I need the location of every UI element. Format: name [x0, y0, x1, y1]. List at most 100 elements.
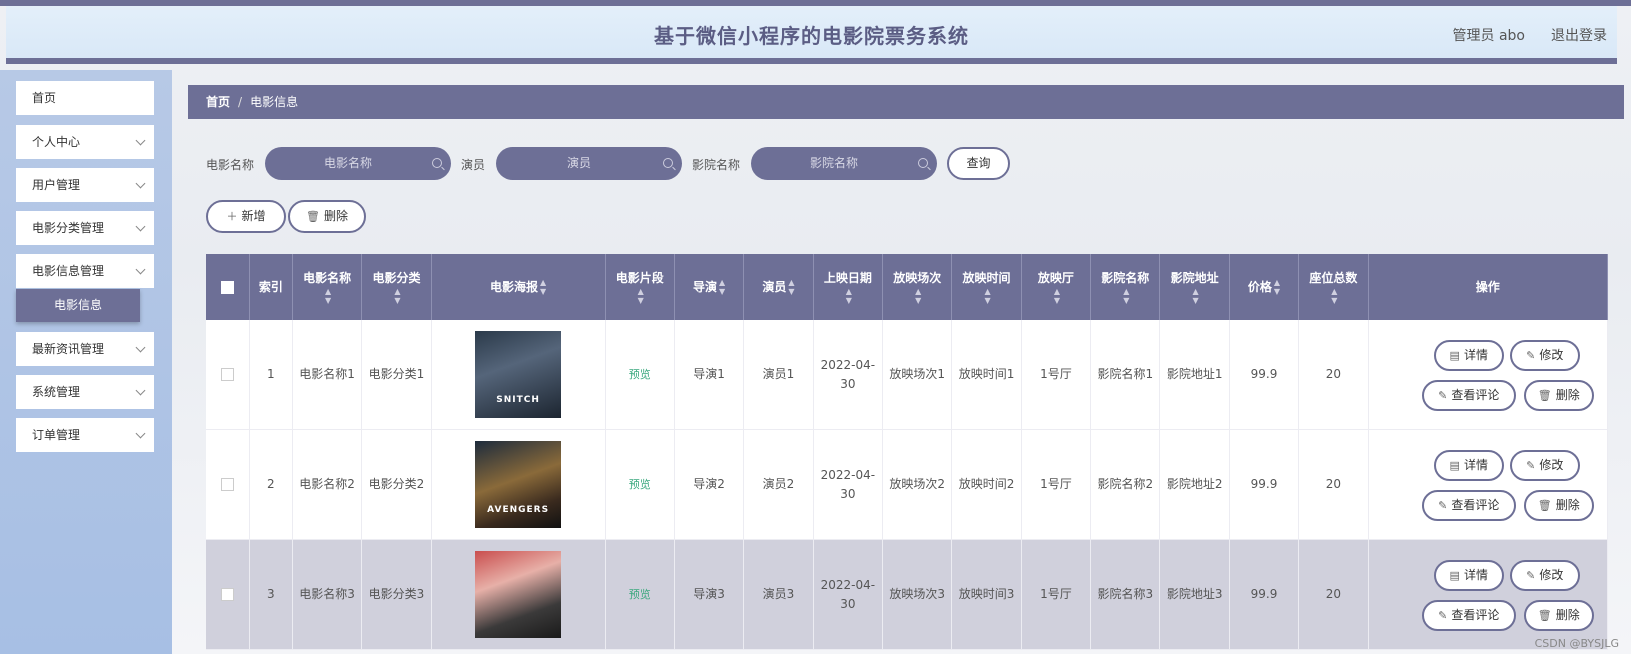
row-select-cell[interactable] — [206, 429, 250, 540]
sidebar-item-personal-center[interactable]: 个人中心 — [16, 125, 154, 159]
sidebar-item-news-management[interactable]: 最新资讯管理 — [16, 332, 154, 366]
col-header-hall[interactable]: 放映厅 ▲ ▼ — [1021, 254, 1092, 320]
row-checkbox[interactable] — [220, 588, 234, 601]
cell-actor-text: 演员3 — [762, 587, 795, 601]
col-header-movie-name[interactable]: 电影名称 ▲ ▼ — [292, 254, 363, 320]
logout-link[interactable]: 退出登录 — [1551, 25, 1607, 45]
cell-release-date-text: 2022-04-30 — [820, 467, 876, 501]
movie-poster-image[interactable] — [475, 551, 562, 638]
detail-button[interactable]: ▤ 详情 — [1433, 449, 1504, 481]
clip-preview-link[interactable]: 预览 — [629, 368, 651, 381]
sidebar-item-home[interactable]: 首页 — [16, 81, 154, 115]
sidebar-item-label: 系统管理 — [32, 385, 81, 399]
sidebar-subitem-movie-info[interactable]: 电影信息 — [16, 289, 140, 322]
breadcrumb-home[interactable]: 首页 — [206, 95, 230, 109]
detail-button[interactable]: ▤ 详情 — [1433, 339, 1504, 371]
sort-icon[interactable]: ▲ ▼ — [788, 278, 794, 296]
sort-icon[interactable]: ▲ ▼ — [984, 287, 990, 305]
cell-price: 99.9 — [1229, 320, 1300, 430]
col-header-price[interactable]: 价格 ▲ ▼ — [1229, 254, 1300, 320]
clip-preview-link[interactable]: 预览 — [629, 478, 651, 491]
col-header-actor[interactable]: 演员 ▲ ▼ — [743, 254, 814, 320]
view-comments-button[interactable]: ✎ 查看评论 — [1421, 599, 1516, 631]
cell-movie-name-text: 电影名称3 — [299, 587, 355, 601]
col-header-director[interactable]: 导演 ▲ ▼ — [674, 254, 745, 320]
cell-operations: ▤ 详情 ✎ 修改 ✎ 查看评论 🗑 删除 — [1368, 320, 1609, 430]
movie-table: 索引 电影名称 ▲ ▼ 电影分类 ▲ ▼ 电影海报 ▲ ▼ 电影片段 ▲ ▼ 导演 ▲ ▼ 演员 ▲ ▼… — [206, 254, 1609, 650]
app-title: 基于微信小程序的电影院票务系统 — [654, 24, 969, 48]
edit-label: 修改 — [1539, 567, 1564, 582]
sort-icon[interactable]: ▲ ▼ — [540, 278, 546, 296]
col-header-release-date[interactable]: 上映日期 ▲ ▼ — [813, 254, 884, 320]
plus-icon: ＋ — [226, 210, 238, 223]
col-header-session[interactable]: 放映场次 ▲ ▼ — [882, 254, 953, 320]
cell-seats: 20 — [1298, 539, 1369, 650]
row-select-cell[interactable] — [206, 320, 250, 430]
row-checkbox[interactable] — [220, 368, 234, 381]
cell-seats: 20 — [1298, 320, 1369, 430]
cell-director: 导演1 — [674, 320, 745, 430]
actor-input[interactable]: 演员 — [496, 147, 682, 180]
query-button[interactable]: 查询 — [947, 147, 1010, 180]
delete-button[interactable]: 🗑 删除 — [1523, 599, 1594, 631]
app-header: 基于微信小程序的电影院票务系统 管理员 abo 退出登录 — [6, 6, 1617, 64]
cinema-name-input[interactable]: 影院名称 — [751, 147, 937, 180]
add-button[interactable]: ＋新增 — [206, 200, 286, 233]
delete-button[interactable]: 🗑 删除 — [1523, 489, 1594, 521]
edit-button[interactable]: ✎ 修改 — [1509, 559, 1580, 591]
delete-label: 删除 — [1555, 497, 1580, 512]
sort-icon[interactable]: ▲ ▼ — [846, 287, 852, 305]
detail-label: 详情 — [1463, 347, 1488, 362]
sidebar-item-movie-management[interactable]: 电影信息管理 — [16, 254, 154, 288]
cell-release-date: 2022-04-30 — [813, 539, 884, 650]
sidebar-item-label: 电影信息管理 — [32, 264, 105, 278]
delete-button[interactable]: 🗑 删除 — [1523, 379, 1594, 411]
bulk-delete-button[interactable]: 🗑 删除 — [288, 200, 366, 233]
col-header-address[interactable]: 影院地址 ▲ ▼ — [1159, 254, 1230, 320]
sort-icon[interactable]: ▲ ▼ — [1054, 287, 1060, 305]
view-comments-button[interactable]: ✎ 查看评论 — [1421, 489, 1516, 521]
sidebar-item-label: 个人中心 — [32, 135, 81, 149]
search-icon — [663, 158, 673, 168]
col-header-time[interactable]: 放映时间 ▲ ▼ — [951, 254, 1022, 320]
sidebar-item-order-management[interactable]: 订单管理 — [16, 418, 154, 452]
detail-button[interactable]: ▤ 详情 — [1433, 559, 1504, 591]
sort-icon[interactable]: ▲ ▼ — [394, 287, 400, 305]
col-header-seats[interactable]: 座位总数 ▲ ▼ — [1298, 254, 1369, 320]
row-checkbox[interactable] — [220, 478, 234, 491]
select-all-checkbox[interactable] — [220, 281, 234, 294]
sort-icon[interactable]: ▲ ▼ — [1274, 278, 1280, 296]
select-all-cell[interactable] — [206, 254, 250, 320]
col-header-category[interactable]: 电影分类 ▲ ▼ — [361, 254, 432, 320]
cell-category: 电影分类2 — [361, 429, 432, 540]
chevron-down-icon — [135, 221, 146, 232]
sort-icon[interactable]: ▲ ▼ — [1193, 287, 1199, 305]
view-comments-button[interactable]: ✎ 查看评论 — [1421, 379, 1516, 411]
movie-poster-image[interactable]: SNITCH — [475, 331, 562, 418]
edit-button[interactable]: ✎ 修改 — [1509, 449, 1580, 481]
sort-icon[interactable]: ▲ ▼ — [1331, 287, 1337, 305]
cell-category-text: 电影分类1 — [368, 367, 425, 381]
col-header-poster[interactable]: 电影海报 ▲ ▼ — [431, 254, 606, 320]
cell-index-text: 2 — [267, 477, 275, 491]
sidebar-item-user-management[interactable]: 用户管理 — [16, 168, 154, 202]
sort-icon[interactable]: ▲ ▼ — [638, 287, 644, 305]
movie-name-input[interactable]: 电影名称 — [265, 147, 451, 180]
col-header-clip[interactable]: 电影片段 ▲ ▼ — [605, 254, 675, 320]
sidebar-item-category-management[interactable]: 电影分类管理 — [16, 211, 154, 245]
sort-icon[interactable]: ▲ ▼ — [1123, 287, 1129, 305]
sort-icon[interactable]: ▲ ▼ — [325, 287, 331, 305]
cell-cinema: 影院名称3 — [1090, 539, 1161, 650]
row-select-cell[interactable] — [206, 539, 250, 650]
edit-button[interactable]: ✎ 修改 — [1509, 339, 1580, 371]
col-header-cinema[interactable]: 影院名称 ▲ ▼ — [1090, 254, 1161, 320]
view-comments-label: 查看评论 — [1451, 387, 1500, 402]
sort-icon[interactable]: ▲ ▼ — [719, 278, 725, 296]
movie-poster-image[interactable]: AVENGERS — [475, 441, 562, 528]
sort-icon[interactable]: ▲ ▼ — [915, 287, 921, 305]
chevron-down-icon — [135, 342, 146, 353]
cell-time-text: 放映时间2 — [958, 477, 1015, 491]
clip-preview-link[interactable]: 预览 — [629, 588, 651, 601]
search-icon — [432, 158, 442, 168]
sidebar-item-system-management[interactable]: 系统管理 — [16, 375, 154, 409]
